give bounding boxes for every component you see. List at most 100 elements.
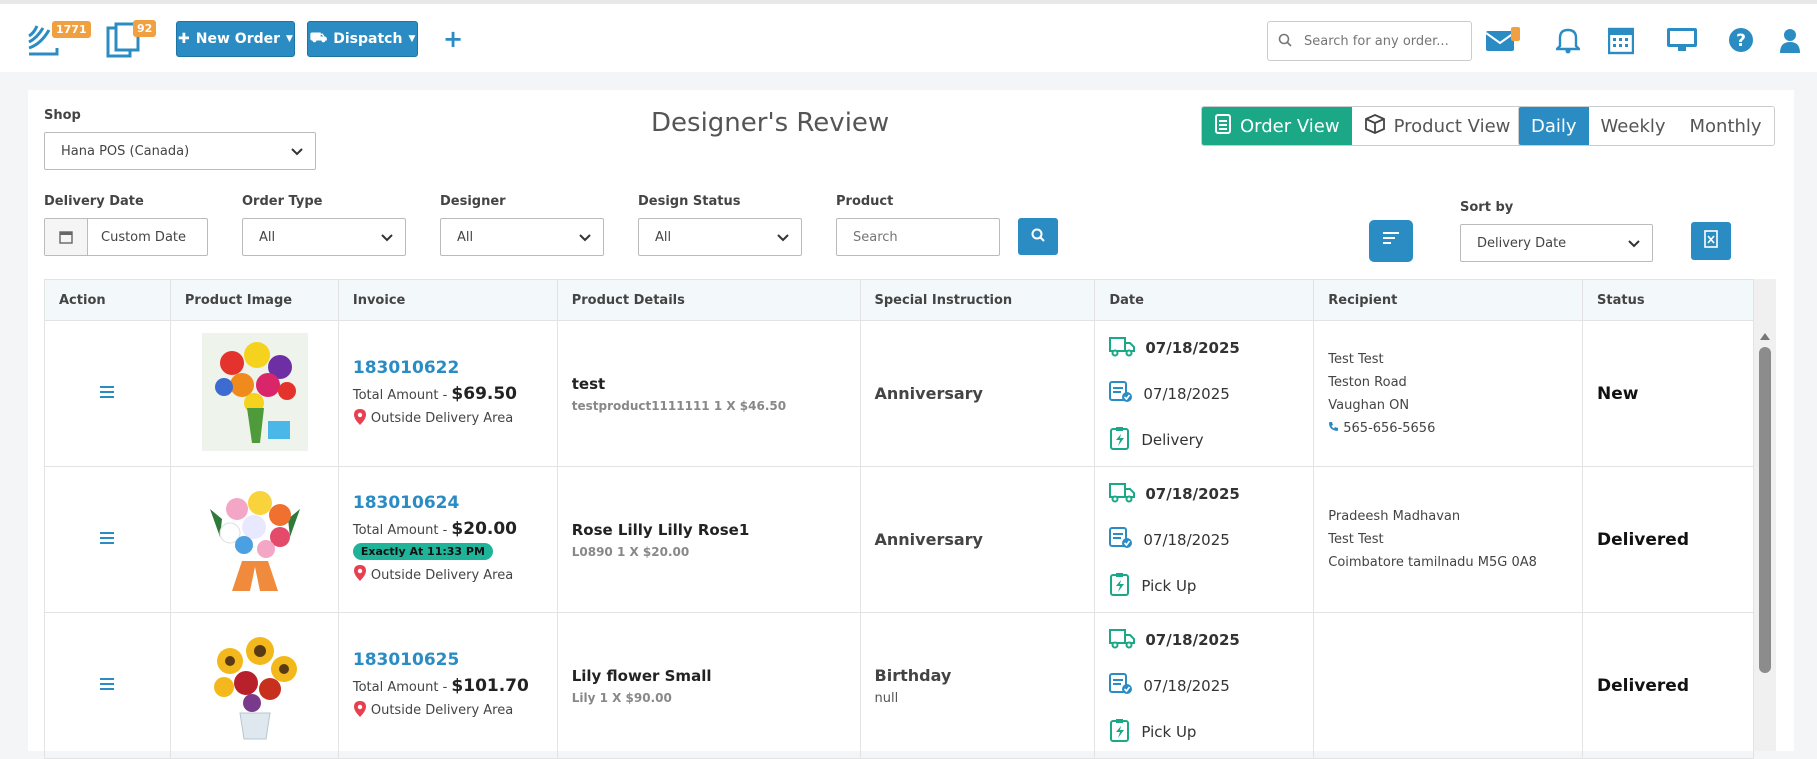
product-view-label: Product View: [1393, 115, 1511, 137]
product-label: Product: [836, 194, 894, 209]
product-search-button[interactable]: [1018, 218, 1058, 255]
status-cell: Delivered: [1582, 466, 1754, 613]
recipient-cell: [1313, 612, 1584, 759]
calendar-icon[interactable]: [1607, 25, 1635, 59]
delivery-date-value: Custom Date: [101, 229, 187, 245]
special-instruction: Anniversary: [874, 530, 983, 549]
daily-button[interactable]: Daily: [1519, 107, 1589, 145]
monthly-button[interactable]: Monthly: [1677, 107, 1774, 145]
caret-down-icon: ▼: [408, 34, 416, 44]
sort-filter-button[interactable]: [1369, 220, 1413, 262]
order-date-value: 07/18/2025: [1143, 530, 1230, 549]
top-bar: 1771 92 ✚ New Order ▼ ⛟ Dispatch ▼ + Sea…: [0, 4, 1817, 72]
special-instruction: Birthday: [874, 665, 952, 685]
order-view-button[interactable]: Order View: [1202, 107, 1352, 145]
total-amount-label: Total Amount -: [352, 387, 448, 403]
invoice-link[interactable]: 183010622: [353, 358, 557, 378]
delivery-time-badge: Exactly At 11:33 PM: [352, 543, 493, 560]
export-excel-button[interactable]: [1691, 222, 1731, 260]
total-amount-value: $20.00: [451, 519, 518, 539]
help-icon[interactable]: ?: [1728, 27, 1754, 57]
recipient-address-line: Teston Road: [1328, 374, 1407, 390]
search-icon: [1031, 227, 1045, 246]
product-search-input[interactable]: [836, 218, 1000, 256]
chevron-down-icon: [579, 231, 591, 246]
delivery-truck-icon: [1109, 627, 1136, 653]
document-icon: [1214, 113, 1232, 140]
status-cell: New: [1582, 320, 1754, 467]
hamburger-menu-icon[interactable]: [99, 385, 115, 403]
action-cell: [44, 320, 171, 467]
date-cell: 07/18/2025 07/18/2025 Pick Up: [1094, 612, 1315, 759]
hamburger-menu-icon[interactable]: [99, 531, 115, 549]
shop-select[interactable]: Hana POS (Canada): [44, 132, 316, 170]
order-search[interactable]: [1267, 21, 1472, 61]
delivery-date-picker[interactable]: Custom Date: [44, 218, 208, 256]
new-order-button[interactable]: ✚ New Order ▼: [176, 21, 295, 57]
order-view-label: Order View: [1240, 115, 1340, 137]
product-name: Rose Lilly Lilly Rose1: [571, 520, 750, 539]
delivery-date-value: 07/18/2025: [1145, 338, 1240, 357]
sort-by-select[interactable]: Delivery Date: [1460, 224, 1653, 262]
bouquet-image[interactable]: [201, 332, 338, 455]
status-cell: Delivered: [1582, 612, 1754, 759]
order-type-label: Order Type: [242, 194, 323, 209]
status-value: Delivered: [1597, 529, 1690, 550]
order-type-select[interactable]: All: [242, 218, 406, 256]
bouquet-image[interactable]: [201, 624, 338, 747]
recipient-phone: 565-656-5656: [1328, 417, 1582, 440]
table-row[interactable]: 183010624 Total Amount - $20.00 Exactly …: [44, 466, 1754, 613]
box-icon: [1364, 113, 1386, 140]
design-status-select[interactable]: All: [638, 218, 802, 256]
date-cell: 07/18/2025 07/18/2025 Delivery: [1094, 320, 1315, 467]
order-check-icon: [1109, 672, 1133, 699]
new-order-label: New Order: [195, 31, 281, 47]
header-invoice: Invoice: [337, 279, 558, 321]
order-search-input[interactable]: [1304, 33, 1464, 49]
action-cell: [44, 612, 171, 759]
product-name: test: [571, 374, 606, 393]
user-icon[interactable]: [1779, 28, 1801, 58]
sort-lines-icon: [1381, 231, 1401, 251]
invoice-link[interactable]: 183010624: [353, 493, 557, 513]
recipient-city: Vaughan ON: [1328, 397, 1410, 413]
scrollbar-thumb[interactable]: [1759, 347, 1771, 673]
design-status-label: Design Status: [638, 194, 741, 209]
recipient-cell: Test Test Teston Road Vaughan ON 565-656…: [1313, 320, 1584, 467]
product-view-button[interactable]: Product View: [1351, 107, 1523, 145]
total-amount: Total Amount - $20.00: [353, 519, 557, 539]
product-image-cell: [169, 466, 339, 613]
header-action: Action: [44, 279, 171, 321]
recipient-address-line: Test Test: [1328, 532, 1384, 547]
chevron-down-icon: [1628, 237, 1640, 252]
monitor-icon[interactable]: [1666, 27, 1698, 57]
total-amount: Total Amount - $69.50: [353, 384, 557, 404]
dispatch-button[interactable]: ⛟ Dispatch ▼: [307, 21, 418, 57]
product-details-cell: test testproduct1111111 1 X $46.50: [556, 320, 861, 467]
mail-icon[interactable]: [1485, 27, 1521, 57]
order-date: 07/18/2025: [1109, 371, 1313, 417]
delivery-date-value: 07/18/2025: [1145, 484, 1240, 503]
calendar-icon: [45, 219, 88, 255]
recipient-name: Pradeesh Madhavan: [1328, 509, 1461, 524]
map-pin-icon: [353, 408, 367, 430]
clipboard-bolt-icon: [1109, 426, 1131, 454]
invoice-link[interactable]: 183010625: [353, 650, 557, 670]
add-shortcut-plus-icon[interactable]: +: [443, 27, 463, 51]
designer-select[interactable]: All: [440, 218, 604, 256]
invoice-cell: 183010625 Total Amount - $101.70 Outside…: [337, 612, 558, 759]
order-check-icon: [1109, 380, 1133, 407]
weekly-button[interactable]: Weekly: [1588, 107, 1678, 145]
table-row[interactable]: 183010625 Total Amount - $101.70 Outside…: [44, 612, 1754, 759]
bell-icon[interactable]: [1554, 26, 1582, 58]
scroll-up-arrow-icon[interactable]: [1759, 326, 1771, 345]
orders-table: Action Product Image Invoice Product Det…: [44, 279, 1754, 759]
hamburger-menu-icon[interactable]: [99, 677, 115, 695]
delivery-area: Outside Delivery Area: [353, 564, 557, 586]
header-product-details: Product Details: [556, 279, 861, 321]
bouquet-image[interactable]: [201, 478, 338, 601]
product-image-cell: [169, 320, 339, 467]
documents-count-badge: 92: [133, 20, 157, 37]
view-mode-toggle: Order View Product View: [1201, 106, 1524, 146]
table-row[interactable]: 183010622 Total Amount - $69.50 Outside …: [44, 320, 1754, 467]
